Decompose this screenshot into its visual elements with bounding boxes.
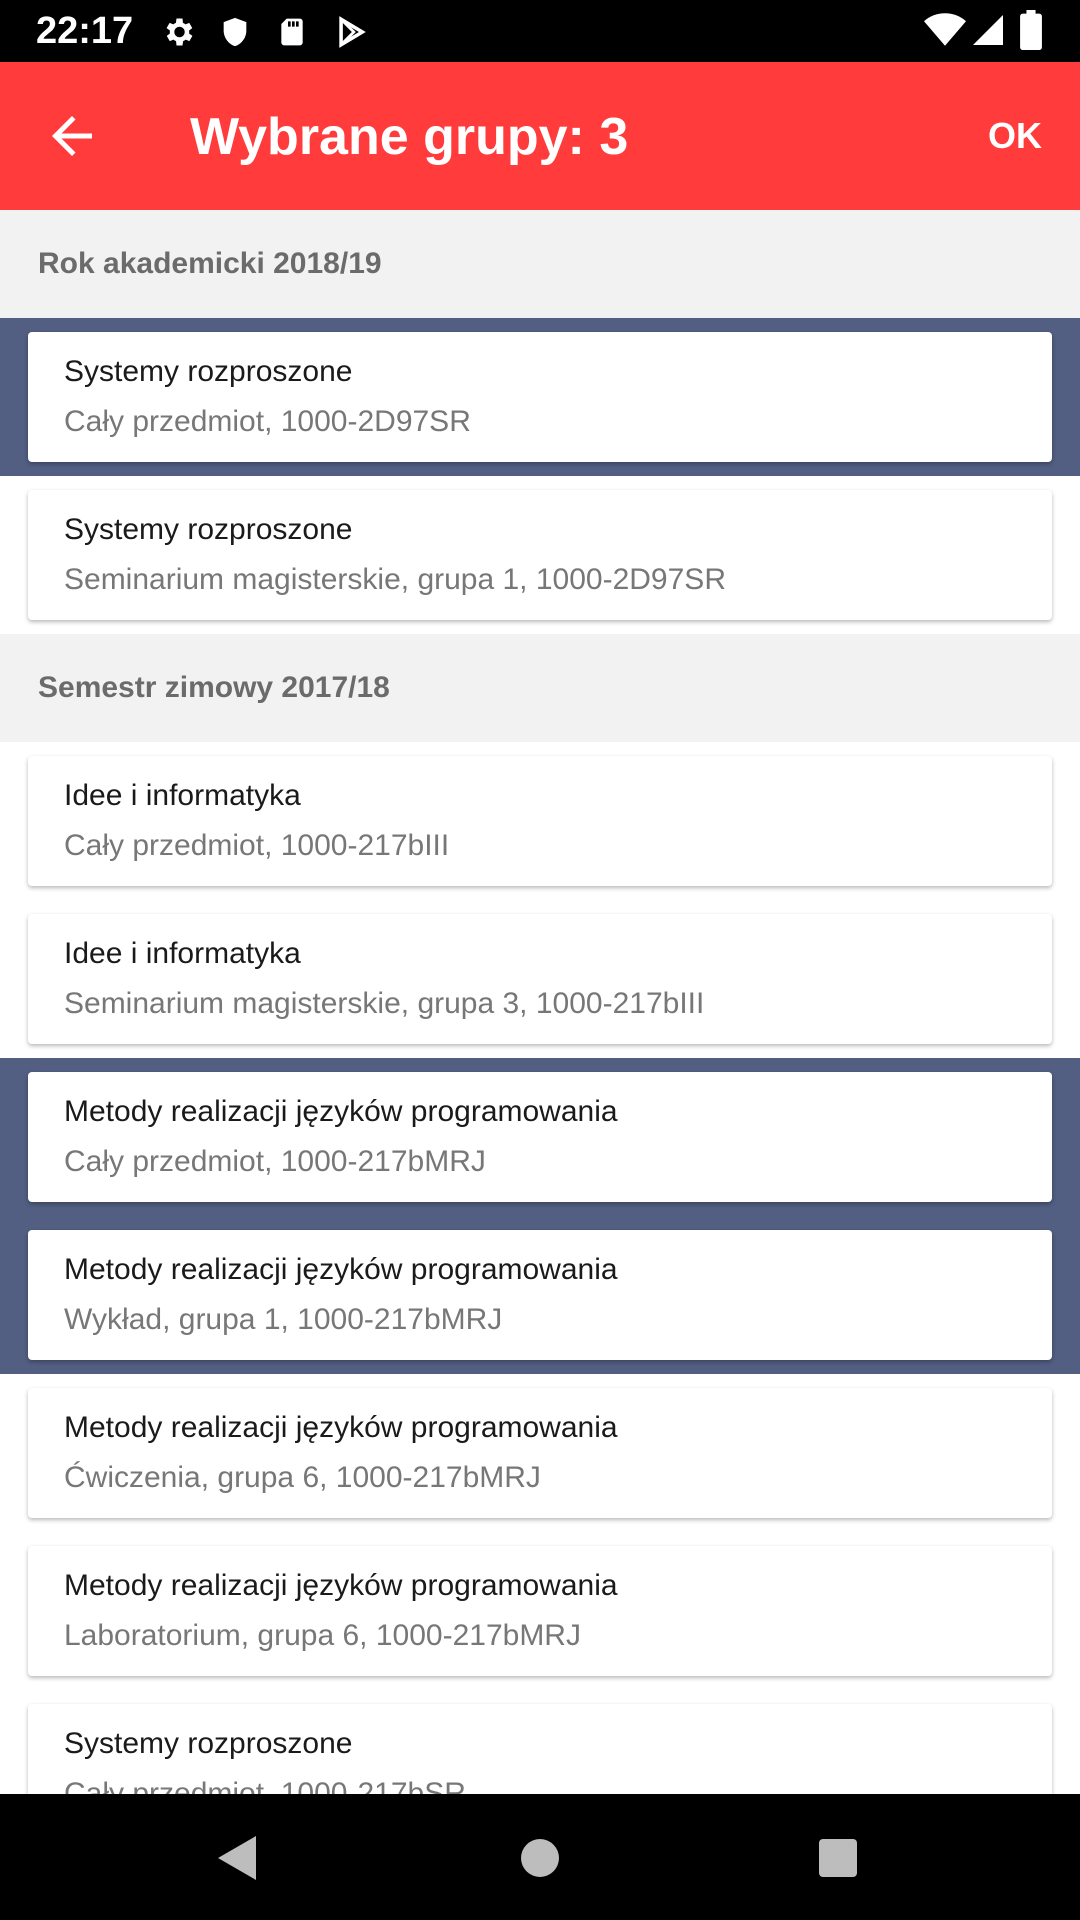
group-list[interactable]: Rok akademicki 2018/19 Systemy rozproszo… xyxy=(0,210,1080,1794)
item-title: Metody realizacji języków programowania xyxy=(64,1095,618,1128)
item-title: Idee i informatyka xyxy=(64,779,301,812)
list-item[interactable]: Systemy rozproszone Cały przedmiot, 1000… xyxy=(0,318,1080,476)
group-card[interactable]: Systemy rozproszone Cały przedmiot, 1000… xyxy=(28,332,1052,462)
page-title: Wybrane grupy: 3 xyxy=(190,108,629,166)
section-header: Rok akademicki 2018/19 xyxy=(0,210,1080,318)
status-time: 22:17 xyxy=(36,10,134,52)
list-item[interactable]: Metody realizacji języków programowania … xyxy=(0,1532,1080,1690)
group-card[interactable]: Idee i informatyka Seminarium magistersk… xyxy=(28,914,1052,1044)
group-card[interactable]: Metody realizacji języków programowania … xyxy=(28,1072,1052,1202)
item-title: Systemy rozproszone xyxy=(64,513,353,546)
ok-button[interactable]: OK xyxy=(988,112,1042,160)
item-title: Metody realizacji języków programowania xyxy=(64,1569,618,1602)
recents-square-icon[interactable] xyxy=(818,1838,858,1883)
back-arrow-icon[interactable] xyxy=(42,106,102,166)
item-subtitle: Laboratorium, grupa 6, 1000-217bMRJ xyxy=(64,1619,581,1652)
system-nav-bar xyxy=(0,1794,1080,1920)
item-subtitle: Cały przedmiot, 1000-217bMRJ xyxy=(64,1145,486,1178)
list-item[interactable]: Idee i informatyka Seminarium magistersk… xyxy=(0,900,1080,1058)
item-subtitle: Cały przedmiot, 1000-2D97SR xyxy=(64,405,471,438)
status-bar: 22:17 xyxy=(0,0,1080,62)
wifi-icon xyxy=(924,12,966,53)
list-item[interactable]: Systemy rozproszone Seminarium magisters… xyxy=(0,476,1080,634)
shield-icon xyxy=(218,14,252,55)
app-bar: Wybrane grupy: 3 OK xyxy=(0,62,1080,210)
group-card[interactable]: Metody realizacji języków programowania … xyxy=(28,1230,1052,1360)
item-subtitle: Seminarium magisterskie, grupa 3, 1000-2… xyxy=(64,987,705,1020)
back-triangle-icon[interactable] xyxy=(216,1834,260,1887)
list-item[interactable]: Metody realizacji języków programowania … xyxy=(0,1374,1080,1532)
home-circle-icon[interactable] xyxy=(520,1838,560,1883)
group-card[interactable]: Systemy rozproszone Seminarium magisters… xyxy=(28,490,1052,620)
group-card[interactable]: Systemy rozproszone Cały przedmiot, 1000… xyxy=(28,1704,1052,1794)
list-item[interactable]: Metody realizacji języków programowania … xyxy=(0,1058,1080,1216)
item-title: Metody realizacji języków programowania xyxy=(64,1411,618,1444)
play-store-icon xyxy=(334,14,368,55)
item-subtitle: Cały przedmiot, 1000-217bSR xyxy=(64,1777,466,1794)
item-subtitle: Ćwiczenia, grupa 6, 1000-217bMRJ xyxy=(64,1461,541,1494)
list-item[interactable]: Metody realizacji języków programowania … xyxy=(0,1216,1080,1374)
sd-card-icon xyxy=(276,14,308,55)
item-title: Systemy rozproszone xyxy=(64,1727,353,1760)
group-card[interactable]: Metody realizacji języków programowania … xyxy=(28,1388,1052,1518)
item-title: Metody realizacji języków programowania xyxy=(64,1253,618,1286)
gear-icon xyxy=(160,14,196,55)
group-card[interactable]: Metody realizacji języków programowania … xyxy=(28,1546,1052,1676)
list-item[interactable]: Idee i informatyka Cały przedmiot, 1000-… xyxy=(0,742,1080,900)
item-title: Systemy rozproszone xyxy=(64,355,353,388)
group-card[interactable]: Idee i informatyka Cały przedmiot, 1000-… xyxy=(28,756,1052,886)
item-subtitle: Cały przedmiot, 1000-217bIII xyxy=(64,829,450,862)
section-header: Semestr zimowy 2017/18 xyxy=(0,634,1080,742)
signal-icon xyxy=(970,12,1006,53)
list-item[interactable]: Systemy rozproszone Cały przedmiot, 1000… xyxy=(0,1690,1080,1794)
item-subtitle: Seminarium magisterskie, grupa 1, 1000-2… xyxy=(64,563,726,596)
item-title: Idee i informatyka xyxy=(64,937,301,970)
battery-icon xyxy=(1020,10,1042,55)
item-subtitle: Wykład, grupa 1, 1000-217bMRJ xyxy=(64,1303,503,1336)
